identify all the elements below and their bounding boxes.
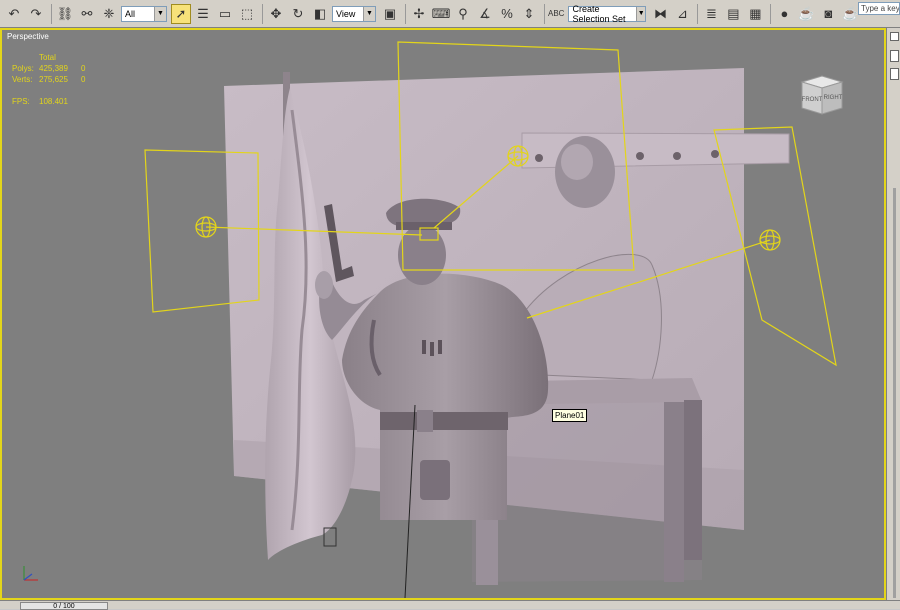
panel-checkbox[interactable] <box>890 32 899 41</box>
mirror-icon[interactable]: ⧓ <box>650 4 670 24</box>
panel-field[interactable] <box>890 50 899 62</box>
select-by-name-icon[interactable]: ☰ <box>193 4 213 24</box>
toolbar-divider <box>770 3 772 24</box>
axis-tripod-icon <box>23 566 38 581</box>
fps-value: 108.401 <box>39 97 68 106</box>
fps-label: FPS: <box>12 97 30 106</box>
manipulate-icon[interactable]: ✢ <box>409 4 429 24</box>
viewport-label[interactable]: Perspective <box>7 32 49 41</box>
polys-label: Polys: <box>12 64 34 73</box>
main-toolbar: ↶ ↷ ⛓ ⚯ ❈ All ▼ ➚ ☰ ▭ ⬚ ✥ ↻ ◧ View ▼ ▣ ✢… <box>0 0 900 28</box>
scene-canvas <box>23 41 837 598</box>
table-leg <box>664 402 684 582</box>
reference-coordinate-value: View <box>336 8 356 19</box>
redo-icon[interactable]: ↷ <box>26 4 46 24</box>
object-tooltip: Plane01 <box>552 409 588 422</box>
viewcube[interactable]: FRONT RIGHT <box>796 74 846 118</box>
material-editor-icon[interactable]: ● <box>774 4 794 24</box>
perspective-viewport[interactable]: FRONT RIGHT Perspective Total Polys: 425… <box>0 28 886 600</box>
edit-named-selection-icon[interactable]: ABC <box>548 9 564 18</box>
spinner-snap-icon[interactable]: ⇕ <box>519 4 539 24</box>
window-crossing-icon[interactable]: ⬚ <box>237 4 257 24</box>
panel-field[interactable] <box>890 68 899 80</box>
search-input[interactable]: Type a keyword <box>858 2 900 15</box>
toolbar-divider <box>51 3 52 24</box>
time-bar: 0 / 100 <box>0 600 900 610</box>
command-panel[interactable] <box>886 28 900 600</box>
move-icon[interactable]: ✥ <box>266 4 286 24</box>
chevron-down-icon: ▼ <box>363 6 375 21</box>
select-and-link-icon[interactable]: ⛓ <box>55 4 75 24</box>
named-selection-value: Create Selection Set <box>572 3 626 24</box>
toolbar-divider <box>544 3 545 24</box>
named-selection-dropdown[interactable]: Create Selection Set ▼ <box>568 3 647 24</box>
layer-manager-icon[interactable]: ≣ <box>701 4 721 24</box>
rectangular-selection-icon[interactable]: ▭ <box>215 4 235 24</box>
curve-editor-icon[interactable]: ▦ <box>745 4 765 24</box>
verts-total: 275,625 <box>39 75 68 84</box>
viewcube-right-label: RIGHT <box>824 95 843 101</box>
verts-label: Verts: <box>12 75 33 84</box>
angle-snap-icon[interactable]: ∡ <box>475 4 495 24</box>
snaps-toggle-icon[interactable]: ⚲ <box>453 4 473 24</box>
viewport-statistics: Total Polys: 425,389 0 Verts: 275,625 0 … <box>12 52 85 107</box>
keyboard-shortcut-icon[interactable]: ⌨ <box>431 4 451 24</box>
toolbar-divider <box>262 3 263 24</box>
verts-selected: 0 <box>81 75 86 84</box>
selection-filter-value: All <box>125 8 136 19</box>
chevron-down-icon: ▼ <box>635 6 646 21</box>
toolbar-divider <box>405 3 406 24</box>
rotate-icon[interactable]: ↻ <box>288 4 308 24</box>
render-setup-icon[interactable]: ☕ <box>796 4 816 24</box>
percent-snap-icon[interactable]: % <box>497 4 517 24</box>
align-icon[interactable]: ⊿ <box>672 4 692 24</box>
scale-icon[interactable]: ◧ <box>310 4 330 24</box>
chevron-down-icon: ▼ <box>154 6 166 21</box>
polys-total: 425,389 <box>39 64 68 73</box>
polys-selected: 0 <box>81 64 86 73</box>
bind-to-space-warp-icon[interactable]: ❈ <box>99 4 119 24</box>
selection-filter-dropdown[interactable]: All ▼ <box>121 5 167 22</box>
panel-scrollbar[interactable] <box>893 188 896 598</box>
graphite-tools-icon[interactable]: ▤ <box>723 4 743 24</box>
toolbar-divider <box>697 3 699 24</box>
reference-coordinate-dropdown[interactable]: View ▼ <box>332 5 376 22</box>
stats-header: Total <box>39 53 56 62</box>
viewcube-front-label: FRONT <box>802 97 823 103</box>
undo-icon[interactable]: ↶ <box>4 4 24 24</box>
pivot-center-icon[interactable]: ▣ <box>380 4 400 24</box>
select-object-icon[interactable]: ➚ <box>171 3 191 24</box>
unlink-selection-icon[interactable]: ⚯ <box>77 4 97 24</box>
rendered-frame-window-icon[interactable]: ◙ <box>818 4 838 24</box>
